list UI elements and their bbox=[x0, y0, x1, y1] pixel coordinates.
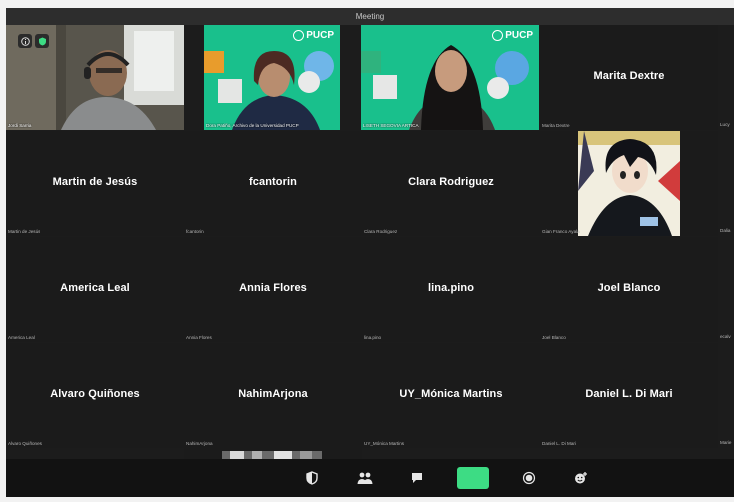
window-title: Meeting bbox=[6, 8, 734, 25]
participant-name: lina.pino bbox=[427, 282, 475, 294]
participant-name: America Leal bbox=[60, 282, 130, 294]
participant-tile-nahim[interactable]: NahimArjona NahimArjona bbox=[184, 343, 362, 459]
participant-label: Gian Franco Ayala bbox=[542, 229, 580, 234]
participant-name: Joel Blanco bbox=[597, 282, 661, 294]
participant-label: lina.pino bbox=[364, 335, 382, 340]
participant-tile-joel[interactable]: Joel Blanco Joel Blanco bbox=[540, 237, 718, 342]
video-feed: PUCP bbox=[361, 25, 539, 130]
participant-label: Clara Rodriguez bbox=[364, 229, 398, 234]
participant-label: Alvaro Quiñones bbox=[8, 441, 42, 446]
participant-tile-fcantorin[interactable]: fcantorin fcantorin bbox=[184, 131, 362, 236]
participant-label: Joel Blanco bbox=[542, 335, 566, 340]
participant-tile-clara[interactable]: Clara Rodriguez Clara Rodriguez bbox=[362, 131, 540, 236]
participant-label: Daniel L. Di Mari bbox=[542, 441, 576, 446]
security-shield-icon[interactable] bbox=[35, 34, 49, 48]
shield-icon[interactable] bbox=[302, 468, 322, 488]
participant-label: America Leal bbox=[8, 335, 35, 340]
edge-participant-label: Dalia bbox=[720, 228, 731, 233]
participant-label: Dora Patiño, Archivo de la Universidad P… bbox=[206, 123, 299, 128]
participant-tile-america[interactable]: America Leal America Leal bbox=[6, 237, 184, 342]
participant-tile-dora[interactable]: PUCP Dora Patiño, Archivo de la Universi… bbox=[204, 25, 340, 130]
participant-label: Annia Flores bbox=[186, 335, 212, 340]
participant-name: Alvaro Quiñones bbox=[50, 388, 140, 400]
participant-label: fcantorin bbox=[186, 229, 204, 234]
meeting-window: Meeting Jordi Sarria PUCP Dora Patiño, A… bbox=[6, 8, 734, 497]
participant-name: Annia Flores bbox=[239, 282, 307, 294]
participant-tile-annia[interactable]: Annia Flores Annia Flores bbox=[184, 237, 362, 342]
participant-name: fcantorin bbox=[249, 176, 297, 188]
edge-participant-label: Marie bbox=[720, 440, 732, 445]
participant-name: Marita Dextre bbox=[593, 70, 665, 82]
participant-name: Daniel L. Di Mari bbox=[585, 388, 673, 400]
edge-participant-label: Lucy bbox=[720, 122, 730, 127]
record-icon[interactable] bbox=[519, 468, 539, 488]
video-preview-strip bbox=[222, 451, 322, 459]
participant-tile-marita[interactable]: Marita Dextre Marita Dextre bbox=[540, 25, 718, 130]
reactions-icon[interactable] bbox=[571, 468, 591, 488]
participant-label: Martin de Jesús bbox=[8, 229, 41, 234]
participant-name: Clara Rodriguez bbox=[408, 176, 494, 188]
participant-tile-jordi[interactable]: Jordi Sarria bbox=[6, 25, 184, 130]
video-overlay-controls bbox=[18, 34, 49, 48]
participant-tile-martin[interactable]: Martin de Jesús Martin de Jesús bbox=[6, 131, 184, 236]
participant-tile-liseth[interactable]: PUCP LISETH SEGOVIA ARTICA bbox=[361, 25, 539, 130]
participant-name: UY_Mónica Martins bbox=[399, 388, 503, 400]
anime-avatar bbox=[578, 131, 680, 236]
participant-grid: Jordi Sarria PUCP Dora Patiño, Archivo d… bbox=[6, 25, 734, 459]
share-screen-icon[interactable] bbox=[457, 467, 489, 489]
info-icon[interactable] bbox=[18, 34, 32, 48]
participant-label: UY_Mónica Martins bbox=[364, 441, 405, 446]
participant-tile-lina[interactable]: lina.pino lina.pino bbox=[362, 237, 540, 342]
edge-participant-label: ecalv bbox=[720, 334, 731, 339]
participant-label: Marita Dextre bbox=[542, 123, 570, 128]
participant-label: LISETH SEGOVIA ARTICA bbox=[363, 123, 419, 128]
participant-tile-alvaro[interactable]: Alvaro Quiñones Alvaro Quiñones bbox=[6, 343, 184, 448]
video-feed: PUCP bbox=[204, 25, 340, 130]
participant-tile-monica[interactable]: UY_Mónica Martins UY_Mónica Martins bbox=[362, 343, 540, 448]
participants-icon[interactable] bbox=[355, 468, 375, 488]
participant-tile-gian-franco[interactable]: Gian Franco Ayala bbox=[540, 131, 718, 236]
participant-name: Martin de Jesús bbox=[52, 176, 138, 188]
participant-label: Jordi Sarria bbox=[8, 123, 32, 128]
meeting-toolbar bbox=[6, 459, 734, 497]
chat-icon[interactable] bbox=[407, 468, 427, 488]
participant-label: NahimArjona bbox=[186, 441, 213, 446]
participant-tile-daniel[interactable]: Daniel L. Di Mari Daniel L. Di Mari bbox=[540, 343, 718, 448]
participant-name: NahimArjona bbox=[238, 388, 308, 400]
